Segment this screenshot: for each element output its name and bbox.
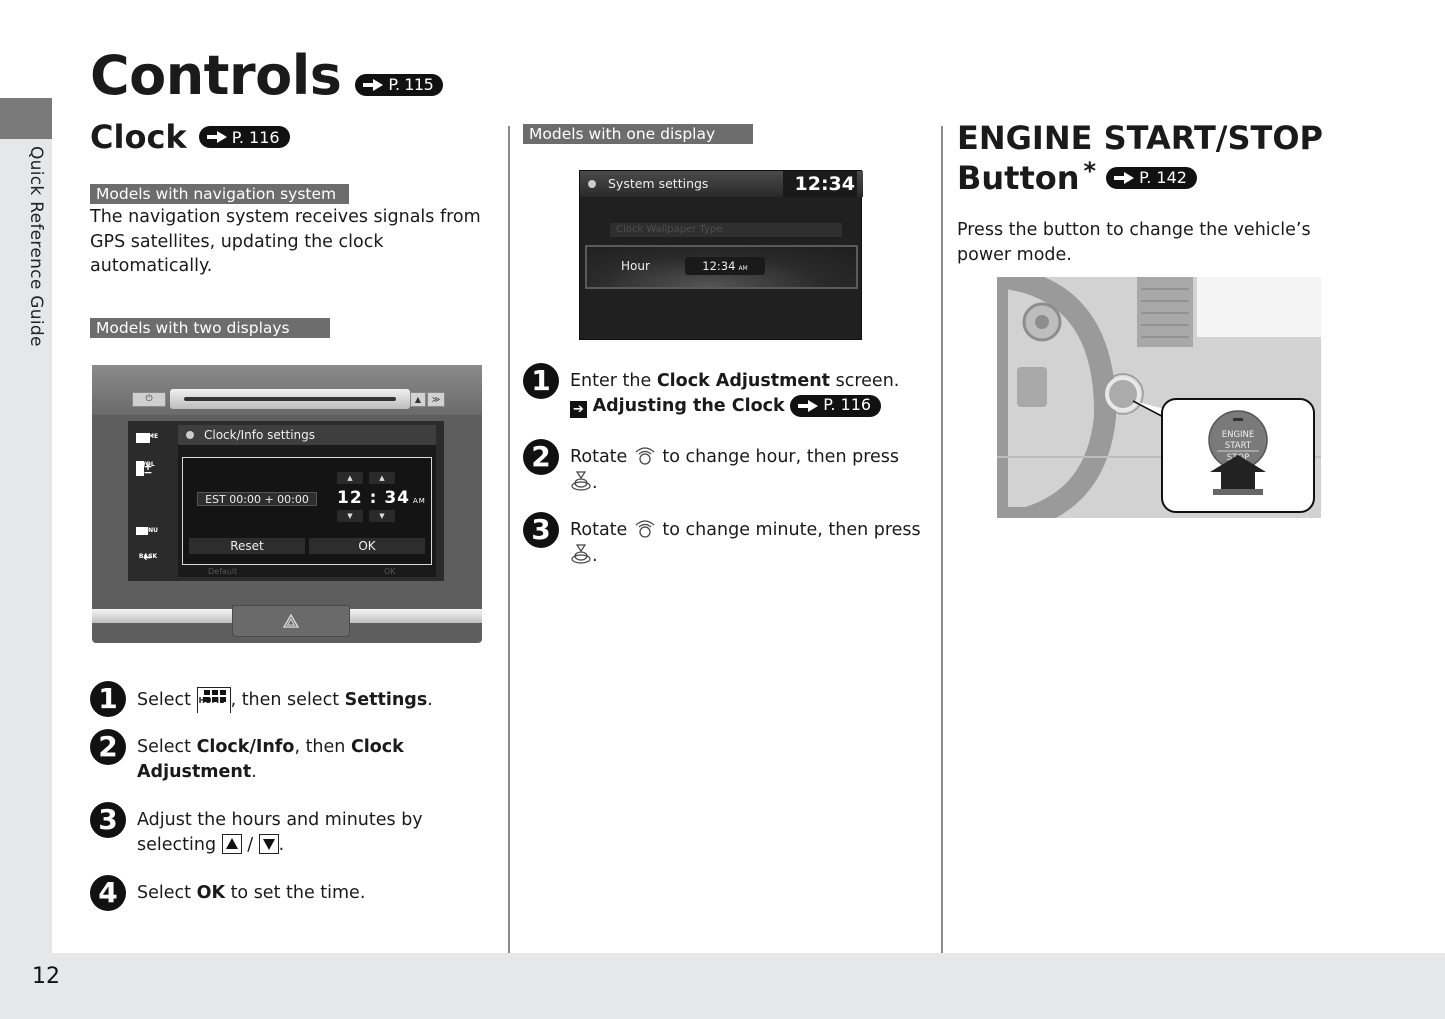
down-arrow-key-icon xyxy=(258,833,279,854)
clock-step-3: 3 Adjust the hours and minutes by select… xyxy=(90,802,470,857)
reset-button: Reset xyxy=(189,538,305,554)
lcd-screen: Clock/Info settings EST 00:00 + 00:00 ▲ … xyxy=(178,425,436,577)
rotate-knob-icon xyxy=(635,520,655,538)
ghost-ok-label: OK xyxy=(384,567,396,576)
engine-button-text-1: ENGINE xyxy=(1222,430,1255,440)
side-keys: HOME +VOL− MENU ↩BACK xyxy=(136,427,160,577)
hazard-icon xyxy=(283,614,299,628)
hour-row: Hour 12:34 AM xyxy=(585,245,858,289)
lcd-title: Clock/Info settings xyxy=(178,425,436,445)
hour-value: 12:34 AM xyxy=(685,257,765,275)
adjusting-clock-ref-link[interactable]: P. 116 xyxy=(790,394,882,417)
one-display-step-1: 1 Enter the Clock Adjustment screen. ➔ A… xyxy=(523,363,923,418)
settings-icon xyxy=(588,180,596,188)
step-number: 3 xyxy=(523,512,559,548)
volume-key: + VOL − xyxy=(136,461,160,478)
nav-models-band: Models with navigation system xyxy=(90,184,349,204)
ghost-default-label: Default xyxy=(208,567,238,576)
settings-icon xyxy=(186,431,194,439)
press-knob-icon xyxy=(571,543,591,564)
arrow-right-icon xyxy=(205,130,229,144)
page-ref-link[interactable]: P. 115 xyxy=(355,73,444,96)
arrow-right-icon xyxy=(1112,171,1136,185)
rotate-knob-icon xyxy=(635,447,655,465)
two-display-band: Models with two displays xyxy=(90,318,330,338)
one-display-band: Models with one display xyxy=(523,124,753,144)
eject-button: ▲ xyxy=(410,392,426,407)
timezone-field: EST 00:00 + 00:00 xyxy=(197,492,317,506)
step-number: 4 xyxy=(90,875,126,911)
power-button: ⏻ xyxy=(132,392,166,407)
ok-button: OK xyxy=(309,538,425,554)
column-divider xyxy=(941,126,943,953)
step-number: 2 xyxy=(90,729,126,765)
clock-ref-link[interactable]: P. 116 xyxy=(198,126,290,148)
minute-down-arrow-icon: ▼ xyxy=(369,510,395,522)
clock-heading: Clock P. 116 xyxy=(90,118,290,156)
audio-unit-illustration: ⏻ ▲ ≫ HOME +VOL− MENU ↩BACK Clock/Info s… xyxy=(92,365,482,643)
step-number: 1 xyxy=(523,363,559,399)
up-arrow-key-icon xyxy=(221,833,242,854)
cross-ref-arrow-icon: ➔ xyxy=(570,400,587,418)
one-display-step-2: 2 Rotate to change hour, then press . xyxy=(523,439,923,495)
hazard-button xyxy=(232,605,350,637)
time-display: 12 : 34 AM xyxy=(337,488,426,508)
footer-band xyxy=(0,953,1445,1019)
page-title: Controls P. 115 xyxy=(90,44,444,107)
page-number: 12 xyxy=(32,964,60,989)
step-number: 2 xyxy=(523,439,559,475)
engine-description: Press the button to change the vehicle’s… xyxy=(957,220,1311,265)
menu-key: MENU xyxy=(136,527,160,535)
home-key: HOME xyxy=(136,433,160,443)
screen-clock: 12:34 xyxy=(782,171,857,197)
clock-step-2: 2 Select Clock/Info, then Clock Adjustme… xyxy=(90,729,430,784)
side-tab-marker xyxy=(0,98,52,139)
asterisk-note: * xyxy=(1083,157,1097,185)
engine-start-button-illustration: ENGINE START STOP xyxy=(997,277,1321,518)
clock-step-4: 4 Select OK to set the time. xyxy=(90,875,470,911)
hour-up-arrow-icon: ▲ xyxy=(337,472,363,484)
engine-heading: ENGINE START/STOP Button * P. 142 xyxy=(957,119,1323,197)
column-divider xyxy=(508,126,510,953)
page-title-text: Controls xyxy=(90,44,342,107)
faded-menu-item: Clock Wallpaper Type xyxy=(610,223,842,237)
step-number: 1 xyxy=(90,681,126,717)
engine-ref-link[interactable]: P. 142 xyxy=(1106,167,1197,189)
hour-down-arrow-icon: ▼ xyxy=(337,510,363,522)
minute-up-arrow-icon: ▲ xyxy=(369,472,395,484)
arrow-right-icon xyxy=(796,399,820,413)
step-number: 3 xyxy=(90,802,126,838)
adjusting-clock-link[interactable]: Adjusting the Clock xyxy=(593,396,785,416)
press-knob-icon xyxy=(571,470,591,491)
arrow-right-icon xyxy=(361,78,385,92)
skip-button: ≫ xyxy=(427,392,445,407)
system-settings-screen: System settings 12:34 Clock Wallpaper Ty… xyxy=(579,170,863,340)
nav-description: The navigation system receives signals f… xyxy=(90,207,481,276)
clock-dialog: EST 00:00 + 00:00 ▲ ▲ 12 : 34 AM ▼ ▼ Rese… xyxy=(182,457,432,565)
clock-step-1: 1 Select HOME, then select Settings. xyxy=(90,681,490,717)
back-key: ↩ BACK xyxy=(138,551,158,564)
engine-button-text-2: START xyxy=(1225,441,1252,451)
home-key-icon: HOME xyxy=(196,687,231,713)
one-display-step-3: 3 Rotate to change minute, then press . xyxy=(523,512,923,568)
side-tab-label: Quick Reference Guide xyxy=(26,146,46,347)
cd-slot xyxy=(170,389,410,409)
